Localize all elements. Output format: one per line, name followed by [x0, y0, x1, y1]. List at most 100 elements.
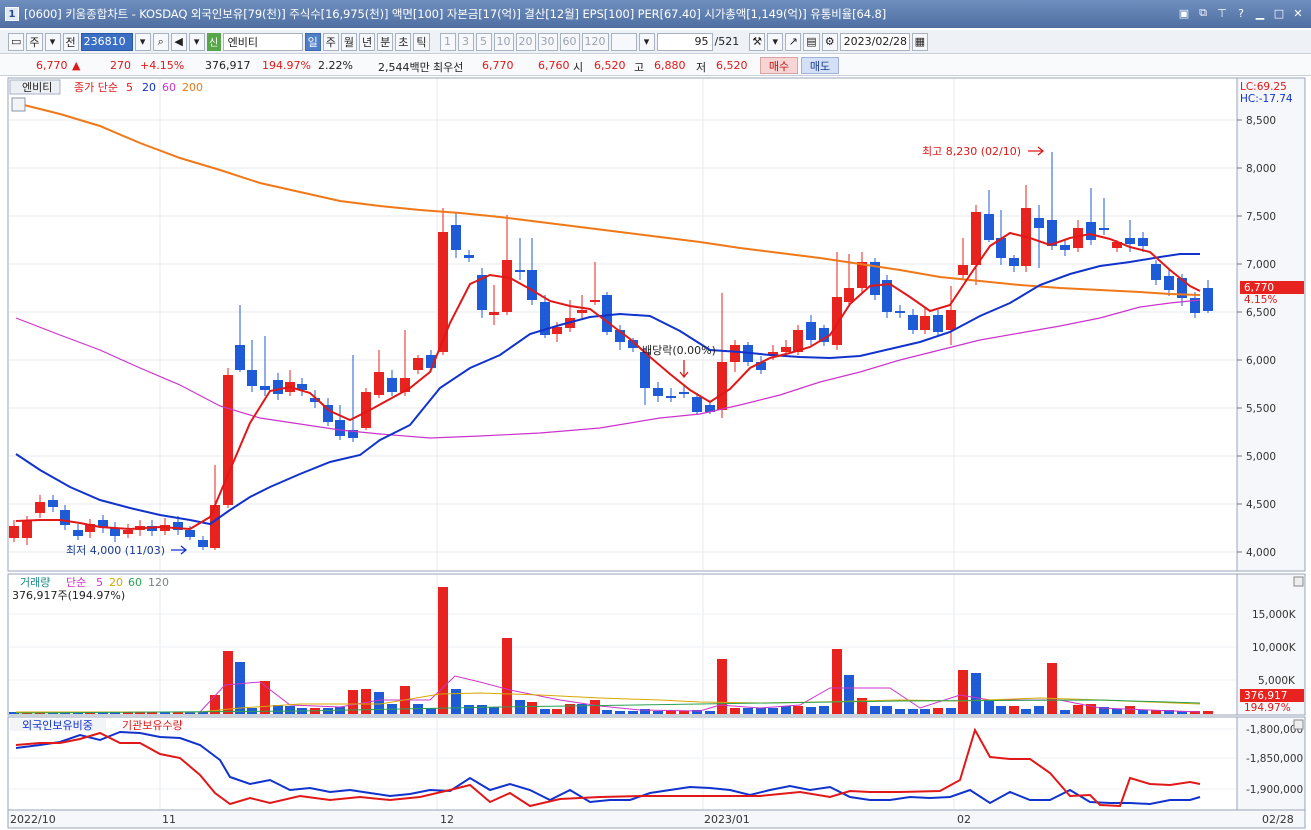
candle-body: [260, 386, 270, 390]
volume-bar: [996, 706, 1006, 714]
volume-bar: [1060, 710, 1070, 714]
volume-bar: [920, 709, 930, 714]
candle-body: [832, 297, 842, 345]
volume-bar: [908, 709, 918, 714]
legend-ma5: 5: [126, 81, 133, 94]
volume-bar: [1125, 706, 1135, 714]
candle-body: [857, 262, 867, 288]
legend-institution: 기관보유수량: [122, 719, 183, 732]
max-annotation: 최고 8,230 (02/10): [922, 145, 1021, 158]
volume-bar: [705, 711, 715, 714]
volume-bar: [819, 706, 829, 714]
volume-bar: [1047, 663, 1057, 714]
candle-body: [590, 300, 600, 302]
volume-bar: [666, 711, 676, 714]
candle-body: [984, 214, 994, 240]
volume-bar: [374, 692, 384, 714]
volume-tick-15000k: 15,000K: [1252, 609, 1297, 621]
price-axis: [1236, 77, 1306, 572]
volume-bar: [844, 675, 854, 714]
price-legend-label: 종가 단순: [74, 81, 118, 94]
volume-bar: [451, 689, 461, 714]
volume-bar: [590, 700, 600, 714]
volume-bar: [946, 708, 956, 714]
candle-body: [908, 315, 918, 330]
candle-body: [235, 345, 245, 370]
volume-legend-ma5: 5: [96, 576, 103, 589]
x-axis: [7, 809, 1306, 829]
investor-tick-2: -1,850,000: [1246, 753, 1303, 765]
volume-bar: [679, 711, 689, 714]
volume-bar: [502, 638, 512, 714]
volume-bar: [768, 708, 778, 714]
volume-bar: [527, 702, 537, 714]
volume-tick-10000k: 10,000K: [1252, 642, 1297, 654]
candle-body: [717, 362, 727, 410]
candle-body: [247, 370, 257, 386]
volume-bar: [552, 709, 562, 714]
candle-body: [958, 265, 968, 275]
candle-body: [335, 420, 345, 436]
volume-bar: [958, 670, 968, 714]
candle-body: [35, 502, 45, 513]
volume-pct-tag: 194.97%: [1244, 702, 1291, 714]
candle-body: [895, 311, 905, 313]
volume-bar: [870, 706, 880, 714]
dividend-annotation: 배당락(0.00%): [642, 344, 716, 357]
candle-body: [374, 372, 384, 395]
price-tick: 6,000: [1246, 355, 1276, 367]
lc-label: LC:69.25: [1240, 81, 1287, 93]
investor-tick-3: -1,900,000: [1246, 784, 1303, 796]
current-price-tag: 6,770: [1244, 282, 1274, 294]
candle-body: [1060, 245, 1070, 250]
volume-bar: [628, 711, 638, 714]
volume-bar: [1021, 709, 1031, 714]
volume-bar: [653, 711, 663, 714]
candle-body: [679, 392, 689, 394]
volume-legend-ma120: 120: [148, 576, 169, 589]
volume-bar: [895, 709, 905, 714]
candle-body: [1086, 222, 1096, 240]
candle-body: [1138, 238, 1148, 246]
candle-body: [9, 526, 19, 538]
volume-bar: [1138, 710, 1148, 714]
candle-body: [413, 358, 423, 370]
candle-body: [1151, 264, 1161, 280]
volume-bar: [285, 706, 295, 714]
price-tick: 4,500: [1246, 499, 1276, 511]
data-table-icon[interactable]: [11, 97, 26, 112]
volume-bar: [1034, 706, 1044, 714]
volume-bar: [971, 673, 981, 714]
volume-bar: [1009, 706, 1019, 714]
volume-bar: [832, 649, 842, 714]
candle-body: [464, 255, 474, 258]
volume-bar: [464, 705, 474, 714]
candle-body: [971, 212, 981, 265]
x-label-02-28: 02/28: [1262, 813, 1294, 826]
volume-panel-toggle-icon[interactable]: [1293, 576, 1304, 587]
candle-body: [666, 396, 676, 398]
candle-body: [920, 316, 930, 330]
volume-legend-ma20: 20: [109, 576, 123, 589]
volume-bar: [882, 706, 892, 714]
candle-body: [198, 540, 208, 547]
candle-body: [60, 510, 70, 525]
candle-body: [1034, 218, 1044, 228]
chart-canvas[interactable]: 엔비티 종가 단순 5 20 60 200 LC:69.25 HC:-17.74…: [0, 0, 1311, 830]
candle-body: [946, 310, 956, 330]
stock-tag: 엔비티: [22, 81, 52, 94]
x-label-2023-01: 2023/01: [704, 813, 750, 826]
candle-body: [933, 315, 943, 332]
volume-bar: [1073, 705, 1083, 714]
x-label-12: 12: [440, 813, 454, 826]
current-pct-tag: 4.15%: [1244, 294, 1277, 306]
candle-body: [1009, 258, 1019, 266]
candle-body: [1099, 228, 1109, 230]
price-tick: 5,000: [1246, 451, 1276, 463]
price-tick: 5,500: [1246, 403, 1276, 415]
legend-ma200: 200: [182, 81, 203, 94]
investor-panel-toggle-icon[interactable]: [1293, 719, 1304, 730]
volume-bar: [793, 706, 803, 714]
volume-bar: [1112, 709, 1122, 714]
volume-bar: [933, 708, 943, 714]
